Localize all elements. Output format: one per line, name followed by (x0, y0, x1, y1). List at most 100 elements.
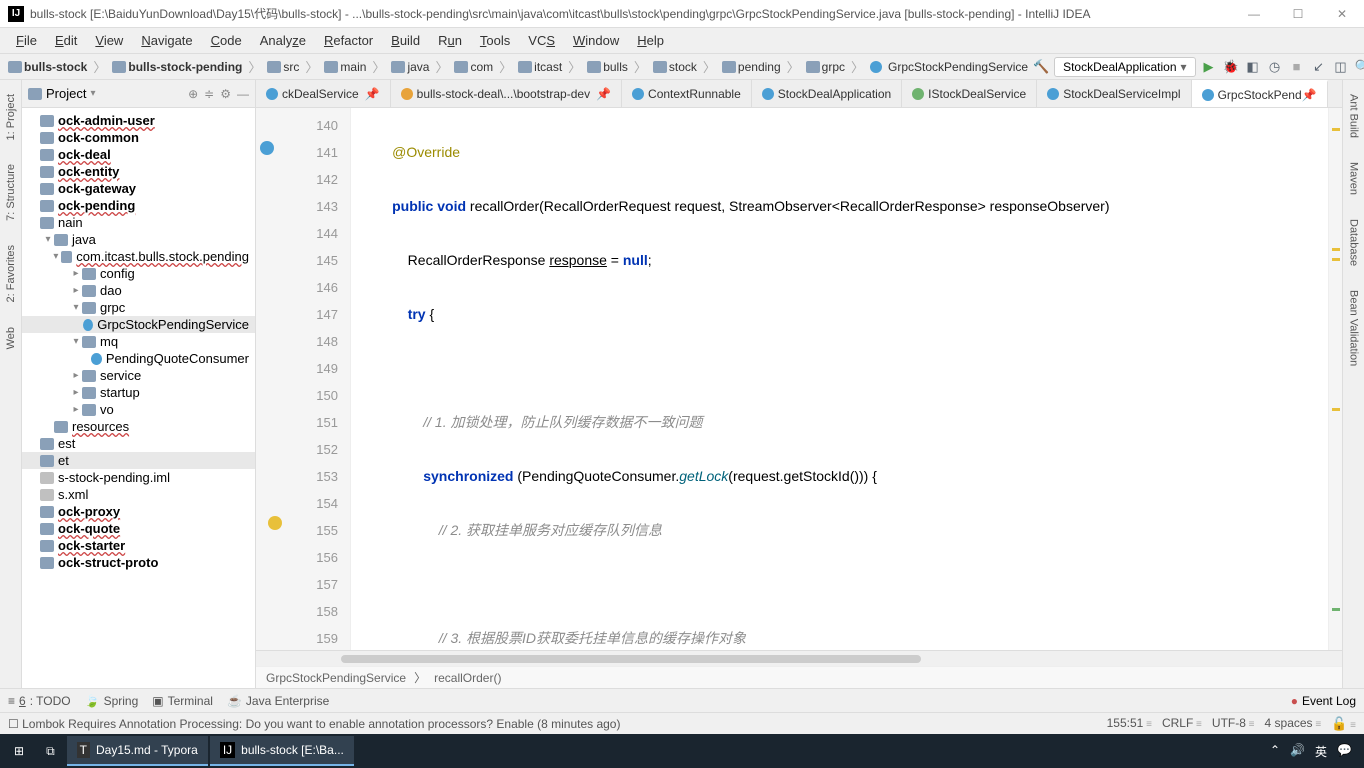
line-number[interactable]: 148 (268, 328, 338, 355)
menu-build[interactable]: Build (383, 31, 428, 50)
expand-arrow-icon[interactable]: ▾ (51, 251, 61, 262)
warning-mark[interactable] (1332, 128, 1340, 131)
indent-info[interactable]: 4 spaces (1265, 716, 1322, 732)
editor-tab[interactable]: ckDealService📌 (256, 80, 391, 107)
menu-edit[interactable]: Edit (47, 31, 85, 50)
crumb[interactable]: java (391, 60, 429, 74)
tree-row[interactable]: ock-quote (22, 520, 255, 537)
gear-icon[interactable]: ⚙ (220, 87, 231, 101)
warning-mark[interactable] (1332, 248, 1340, 251)
line-number[interactable]: 149 (268, 355, 338, 382)
crumb[interactable]: grpc (806, 60, 845, 74)
menu-vcs[interactable]: VCS (520, 31, 563, 50)
expand-arrow-icon[interactable]: ▾ (70, 302, 82, 313)
tree-row[interactable]: ▸dao (22, 282, 255, 299)
tool-web[interactable]: Web (5, 323, 17, 353)
crumb[interactable]: main (324, 60, 366, 74)
line-number[interactable]: 142 (268, 166, 338, 193)
start-button[interactable]: ⊞ (4, 736, 34, 766)
crumb-root[interactable]: bulls-stock (8, 60, 87, 74)
tree-row[interactable]: s-stock-pending.iml (22, 469, 255, 486)
editor-tab[interactable]: ContextRunnable (622, 80, 752, 107)
expand-arrow-icon[interactable]: ▾ (42, 234, 54, 245)
tree-row[interactable]: ock-pending (22, 197, 255, 214)
project-view-dropdown[interactable]: Project (28, 86, 96, 101)
line-number[interactable]: 159 (268, 625, 338, 650)
line-number[interactable]: 144 (268, 220, 338, 247)
tab-spring[interactable]: 🍃 Spring (85, 694, 139, 708)
tree-row[interactable]: ock-deal (22, 146, 255, 163)
line-number[interactable]: 151 (268, 409, 338, 436)
crumb[interactable]: itcast (518, 60, 562, 74)
target-icon[interactable]: ⊕ (188, 87, 198, 101)
layout-icon[interactable]: ◫ (1332, 58, 1350, 76)
line-number[interactable]: 145 (268, 247, 338, 274)
tool-database[interactable]: Database (1348, 215, 1360, 270)
debug-button[interactable]: 🐞 (1222, 58, 1240, 76)
tray-volume-icon[interactable]: 🔊 (1290, 743, 1305, 760)
file-encoding[interactable]: UTF-8 (1212, 716, 1255, 732)
status-message[interactable]: Lombok Requires Annotation Processing: D… (22, 717, 620, 731)
expand-arrow-icon[interactable]: ▸ (70, 370, 82, 381)
menu-code[interactable]: Code (203, 31, 250, 50)
tool-project[interactable]: 1: Project (5, 90, 17, 144)
search-icon[interactable]: 🔍 (1354, 58, 1364, 76)
run-configuration-selector[interactable]: StockDealApplication (1054, 57, 1195, 77)
event-log-button[interactable]: Event Log (1291, 694, 1356, 708)
menu-analyze[interactable]: Analyze (252, 31, 314, 50)
tab-terminal[interactable]: ▣ Terminal (152, 694, 213, 708)
tree-row[interactable]: ▸vo (22, 401, 255, 418)
tree-row[interactable]: PendingQuoteConsumer (22, 350, 255, 367)
tool-favorites[interactable]: 2: Favorites (5, 241, 17, 306)
task-view-button[interactable]: ⧉ (36, 736, 65, 766)
editor-tab[interactable]: bulls-stock-deal\...\bootstrap-dev📌 (391, 80, 622, 107)
editor-tab[interactable]: GrpcStockPend📌 (1192, 80, 1328, 107)
vcs-update-icon[interactable]: ↙ (1310, 58, 1328, 76)
menu-tools[interactable]: Tools (472, 31, 518, 50)
tree-row[interactable]: ▸startup (22, 384, 255, 401)
editor-tab[interactable]: StockDealServiceImpl (1037, 80, 1191, 107)
tree-row[interactable]: ock-common (22, 129, 255, 146)
line-number[interactable]: 158 (268, 598, 338, 625)
tree-row[interactable]: ock-starter (22, 537, 255, 554)
expand-arrow-icon[interactable]: ▸ (70, 268, 82, 279)
menu-file[interactable]: File (8, 31, 45, 50)
line-number[interactable]: 140 (268, 112, 338, 139)
editor-tab[interactable]: IStockDealService (902, 80, 1037, 107)
menu-refactor[interactable]: Refactor (316, 31, 381, 50)
tree-row[interactable]: ock-struct-proto (22, 554, 255, 571)
tree-row[interactable]: ock-entity (22, 163, 255, 180)
tool-bean-validation[interactable]: Bean Validation (1348, 286, 1360, 370)
line-number[interactable]: 146 (268, 274, 338, 301)
crumb-file[interactable]: GrpcStockPendingService (870, 60, 1028, 74)
tree-row[interactable]: ▸service (22, 367, 255, 384)
taskbar-typora[interactable]: TDay15.md - Typora (67, 736, 208, 766)
tree-row[interactable]: ock-gateway (22, 180, 255, 197)
line-separator[interactable]: CRLF (1162, 716, 1202, 732)
stop-button[interactable]: ■ (1288, 58, 1306, 76)
project-tree[interactable]: ock-admin-userock-commonock-dealock-enti… (22, 108, 255, 688)
hide-icon[interactable]: — (237, 87, 249, 101)
menu-navigate[interactable]: Navigate (133, 31, 200, 50)
expand-arrow-icon[interactable]: ▸ (70, 285, 82, 296)
profile-button[interactable]: ◷ (1266, 58, 1284, 76)
line-number[interactable]: 152 (268, 436, 338, 463)
close-button[interactable]: ✕ (1328, 7, 1356, 21)
tree-row[interactable]: resources (22, 418, 255, 435)
tab-todo[interactable]: ≡ 6: TODO (8, 694, 71, 708)
gutter[interactable]: 1401411421431441451461471481491501511521… (256, 108, 351, 650)
expand-arrow-icon[interactable]: ▾ (70, 336, 82, 347)
tree-row[interactable]: nain (22, 214, 255, 231)
maximize-button[interactable]: ☐ (1284, 7, 1312, 21)
line-number[interactable]: 156 (268, 544, 338, 571)
ok-mark[interactable] (1332, 608, 1340, 611)
tray-ime[interactable]: 英 (1315, 743, 1327, 760)
override-marker-icon[interactable] (260, 141, 274, 155)
run-button[interactable]: ▶ (1200, 58, 1218, 76)
tree-row[interactable]: GrpcStockPendingService (22, 316, 255, 333)
crumb-method[interactable]: recallOrder() (434, 671, 501, 685)
tree-row[interactable]: ▾mq (22, 333, 255, 350)
line-number[interactable]: 143 (268, 193, 338, 220)
expand-arrow-icon[interactable]: ▸ (70, 404, 82, 415)
warning-mark[interactable] (1332, 258, 1340, 261)
